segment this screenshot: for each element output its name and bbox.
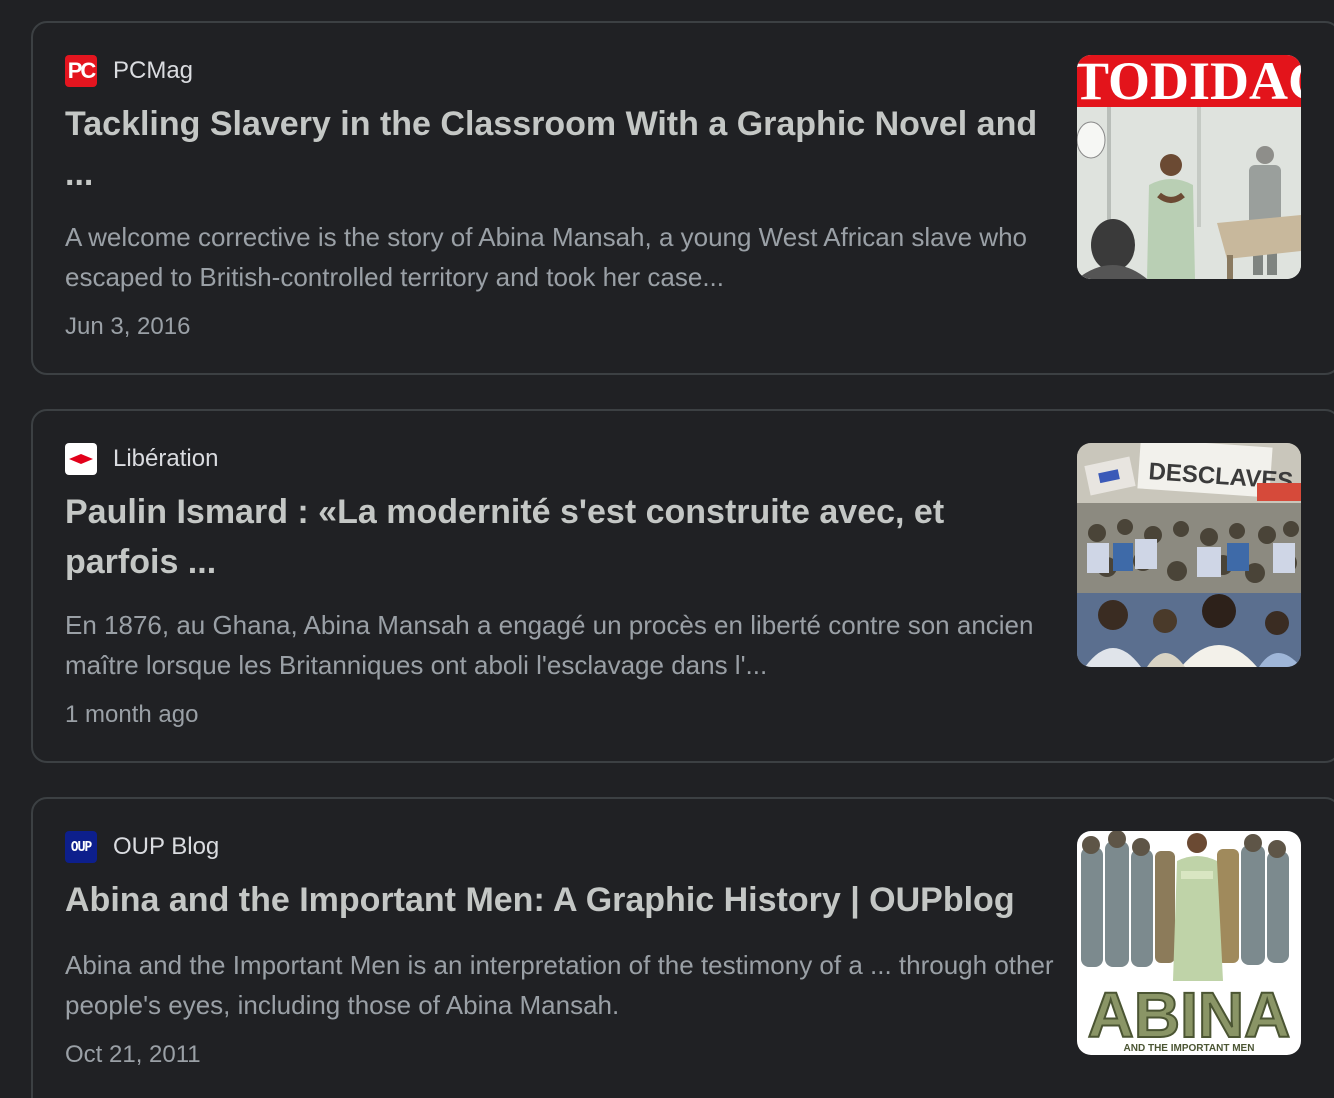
- thumbnail-text: ABINA: [1088, 979, 1291, 1051]
- source-name: PCMag: [113, 57, 194, 84]
- result-title-link[interactable]: Abina and the Important Men: A Graphic H…: [65, 875, 1045, 925]
- result-date: 1 month ago: [65, 701, 199, 728]
- result-source: OUP OUP Blog: [65, 831, 219, 863]
- result-source: PC PCMag: [65, 55, 193, 87]
- result-source: Libération: [65, 443, 218, 475]
- source-name: OUP Blog: [113, 833, 220, 860]
- news-results-list: PC PCMag Tackling Slavery in the Classro…: [0, 0, 1334, 1098]
- thumbnail-text: TODIDAC: [1077, 55, 1301, 111]
- result-date: Jun 3, 2016: [65, 313, 191, 340]
- result-thumbnail[interactable]: TODIDAC: [1077, 55, 1301, 279]
- result-thumbnail[interactable]: ABINA AND THE IMPORTANT MEN: [1077, 831, 1301, 1055]
- result-snippet: En 1876, au Ghana, Abina Mansah a engagé…: [65, 610, 1034, 680]
- thumbnail-subtext: AND THE IMPORTANT MEN: [1124, 1043, 1255, 1054]
- result-snippet: Abina and the Important Men is an interp…: [65, 950, 1054, 1020]
- book-cover-thumbnail-image: ABINA AND THE IMPORTANT MEN: [1077, 831, 1301, 1055]
- pcmag-logo-icon: PC: [65, 55, 97, 87]
- oup-logo-icon: OUP: [65, 831, 97, 863]
- result-date: Oct 21, 2011: [65, 1041, 201, 1068]
- comic-panel-thumbnail-image: TODIDAC: [1077, 55, 1301, 279]
- result-title-link[interactable]: Paulin Ismard : «La modernité s'est cons…: [65, 487, 1045, 587]
- result-snippet: A welcome corrective is the story of Abi…: [65, 222, 1027, 292]
- liberation-logo-icon: [65, 443, 97, 475]
- result-title-link[interactable]: Tackling Slavery in the Classroom With a…: [65, 99, 1045, 199]
- protest-crowd-thumbnail-image: DESCLAVES: [1077, 443, 1301, 667]
- news-result-card[interactable]: OUP OUP Blog Abina and the Important Men…: [31, 797, 1334, 1098]
- source-name: Libération: [113, 445, 219, 472]
- news-result-card[interactable]: PC PCMag Tackling Slavery in the Classro…: [31, 21, 1334, 375]
- result-thumbnail[interactable]: DESCLAVES: [1077, 443, 1301, 667]
- news-result-card[interactable]: Libération Paulin Ismard : «La modernité…: [31, 409, 1334, 763]
